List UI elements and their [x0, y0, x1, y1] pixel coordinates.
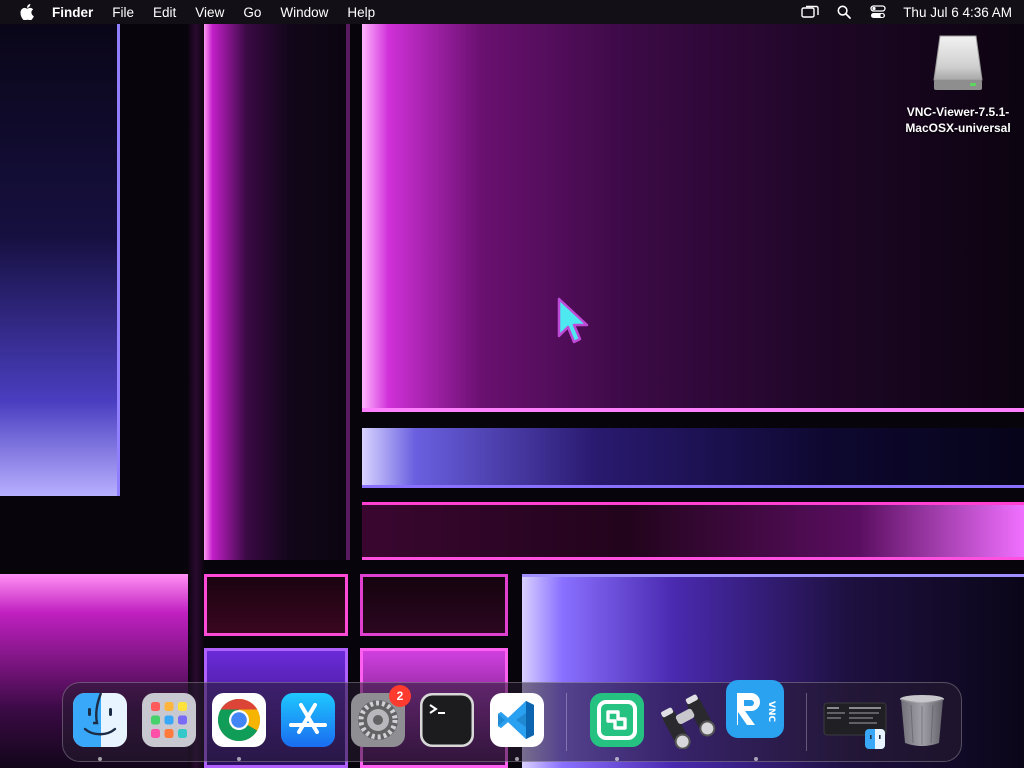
- menu-app-name[interactable]: Finder: [52, 5, 93, 20]
- menu-go[interactable]: Go: [243, 5, 261, 20]
- wallpaper-panel: [204, 574, 348, 636]
- dock-separator: [566, 693, 567, 751]
- dock-chrome[interactable]: [210, 691, 268, 749]
- desktop-item-vnc-viewer-dmg[interactable]: VNC-Viewer-7.5.1-MacOSX-universal: [892, 34, 1024, 136]
- menu-bar-clock[interactable]: Thu Jul 6 4:36 AM: [903, 5, 1012, 20]
- dock-trash[interactable]: [893, 691, 951, 749]
- wallpaper-panel: [0, 24, 120, 496]
- launchpad-icon: [142, 693, 196, 747]
- dock-vscode[interactable]: [488, 691, 546, 749]
- notification-badge: 2: [389, 685, 411, 707]
- window-thumbnail-icon: [823, 702, 887, 749]
- menu-bar: Finder File Edit View Go Window Help Thu…: [0, 0, 1024, 24]
- menu-bar-right: Thu Jul 6 4:36 AM: [801, 3, 1012, 21]
- screen-mirroring-icon[interactable]: [801, 3, 819, 21]
- menu-bar-left: Finder File Edit View Go Window Help: [16, 0, 394, 24]
- dock-app-store[interactable]: [279, 691, 337, 749]
- running-indicator: [754, 757, 758, 761]
- running-indicator: [515, 757, 519, 761]
- menu-edit[interactable]: Edit: [153, 5, 176, 20]
- dock-finder[interactable]: [71, 691, 129, 749]
- chrome-icon: [212, 693, 266, 747]
- dock-binoculars-app[interactable]: [656, 691, 716, 750]
- binoculars-icon: [661, 694, 716, 750]
- mouse-pointer-icon: [556, 296, 590, 348]
- menu-help[interactable]: Help: [347, 5, 375, 20]
- running-indicator: [237, 757, 241, 761]
- apple-logo-icon[interactable]: [16, 0, 38, 24]
- finder-icon: [73, 692, 127, 747]
- running-indicator: [615, 757, 619, 761]
- dock-vnc-viewer[interactable]: VNC: [725, 679, 784, 738]
- desktop-wallpaper: [0, 0, 1024, 768]
- dock-launchpad[interactable]: [140, 691, 198, 749]
- green-app-icon: [590, 693, 644, 747]
- app-store-icon: [281, 693, 335, 747]
- dock-green-app[interactable]: [588, 691, 646, 749]
- wallpaper-panel: [360, 574, 508, 636]
- dock: 2 VNC: [62, 679, 962, 762]
- disk-image-icon: [930, 34, 986, 92]
- wallpaper-panel: [188, 24, 204, 768]
- dock-minimized-window[interactable]: [823, 691, 887, 749]
- spotlight-search-icon[interactable]: [835, 3, 853, 21]
- svg-text:VNC: VNC: [766, 701, 776, 722]
- control-center-icon[interactable]: [869, 3, 887, 21]
- vscode-icon: [490, 693, 544, 747]
- wallpaper-panel: [362, 502, 1024, 560]
- wallpaper-panel: [204, 24, 350, 560]
- trash-icon: [900, 695, 944, 746]
- menu-window[interactable]: Window: [280, 5, 328, 20]
- dock-separator: [806, 693, 807, 751]
- vnc-viewer-icon: VNC: [726, 680, 784, 738]
- desktop-item-label: VNC-Viewer-7.5.1-MacOSX-universal: [905, 105, 1011, 135]
- terminal-icon: [420, 693, 474, 747]
- dock-terminal[interactable]: [418, 691, 476, 749]
- menu-file[interactable]: File: [112, 5, 134, 20]
- wallpaper-panel: [362, 428, 1024, 488]
- running-indicator: [98, 757, 102, 761]
- menu-view[interactable]: View: [195, 5, 224, 20]
- dock-system-settings[interactable]: 2: [349, 685, 411, 749]
